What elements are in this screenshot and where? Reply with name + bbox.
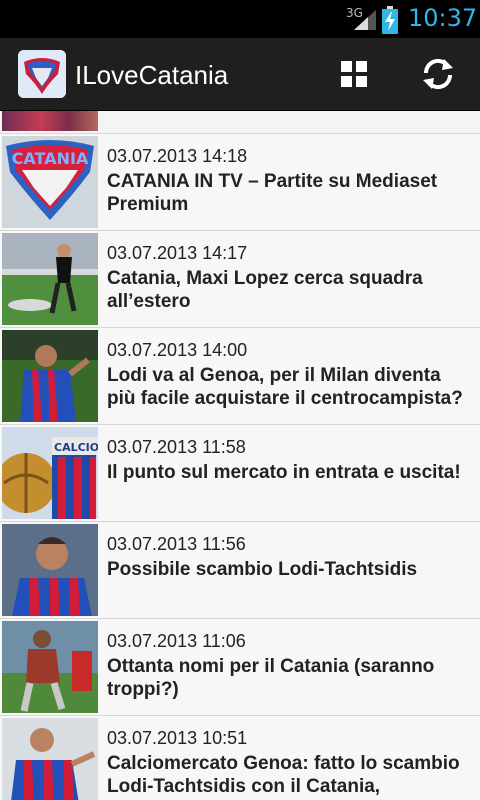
list-item[interactable]: 03.07.2013 11:06 Ottanta nomi per il Cat…: [0, 619, 480, 716]
app-logo-icon[interactable]: [18, 50, 66, 98]
battery-charging-icon: [382, 6, 398, 34]
status-bar: 3G 10:37: [0, 0, 480, 38]
article-date: 03.07.2013 11:58: [107, 437, 246, 457]
grid-view-button[interactable]: [314, 38, 394, 110]
article-thumbnail: CALCIO CAT: [2, 427, 98, 519]
article-thumbnail: [2, 111, 98, 131]
news-list[interactable]: CATANIA 03.07.2013 14:18 CATANIA IN TV –…: [0, 111, 480, 800]
list-item[interactable]: 03.07.2013 14:17 Catania, Maxi Lopez cer…: [0, 231, 480, 328]
list-item[interactable]: CATANIA 03.07.2013 14:18 CATANIA IN TV –…: [0, 134, 480, 231]
article-date: 03.07.2013 14:17: [107, 243, 248, 263]
article-thumbnail: [2, 233, 98, 325]
article-title: Il punto sul mercato in entrata e uscita…: [107, 462, 461, 483]
refresh-button[interactable]: [398, 38, 478, 110]
logo-text: CATANIA: [12, 149, 89, 168]
list-item[interactable]: 03.07.2013 11:56 Possibile scambio Lodi-…: [0, 522, 480, 619]
article-title: Catania, Maxi Lopez cerca squadra all’es…: [107, 268, 423, 312]
list-item[interactable]: 03.07.2013 10:51 Calciomercato Genoa: fa…: [0, 716, 480, 800]
app-title: ILoveCatania: [75, 60, 229, 90]
list-item-partial[interactable]: [0, 111, 480, 134]
article-title: Ottanta nomi per il Catania (saranno tro…: [107, 656, 435, 700]
article-title: Lodi va al Genoa, per il Milan diventa p…: [107, 365, 463, 409]
article-title: Calciomercato Genoa: fatto lo scambio Lo…: [107, 753, 460, 797]
article-date: 03.07.2013 14:18: [107, 146, 248, 166]
article-thumbnail: [2, 524, 98, 616]
article-title: Possibile scambio Lodi-Tachtsidis: [107, 559, 418, 580]
crest-text: CALCIO CAT: [54, 441, 98, 454]
refresh-icon: [423, 58, 453, 90]
status-clock: 10:37: [408, 4, 478, 32]
list-item[interactable]: 03.07.2013 14:00 Lodi va al Genoa, per i…: [0, 328, 480, 425]
article-thumbnail: [2, 330, 98, 422]
grid-icon: [341, 61, 367, 87]
signal-icon: [354, 10, 376, 30]
list-item[interactable]: CALCIO CAT 03.07.2013 11:58 Il punto sul…: [0, 425, 480, 522]
action-bar: ILoveCatania: [0, 38, 480, 111]
article-date: 03.07.2013 11:06: [107, 631, 246, 651]
article-date: 03.07.2013 10:51: [107, 728, 248, 748]
article-date: 03.07.2013 14:00: [107, 340, 248, 360]
article-title: CATANIA IN TV – Partite su Mediaset Prem…: [107, 171, 438, 215]
article-thumbnail: CATANIA: [2, 136, 98, 228]
article-thumbnail: [2, 718, 98, 800]
article-date: 03.07.2013 11:56: [107, 534, 246, 554]
article-thumbnail: [2, 621, 98, 713]
